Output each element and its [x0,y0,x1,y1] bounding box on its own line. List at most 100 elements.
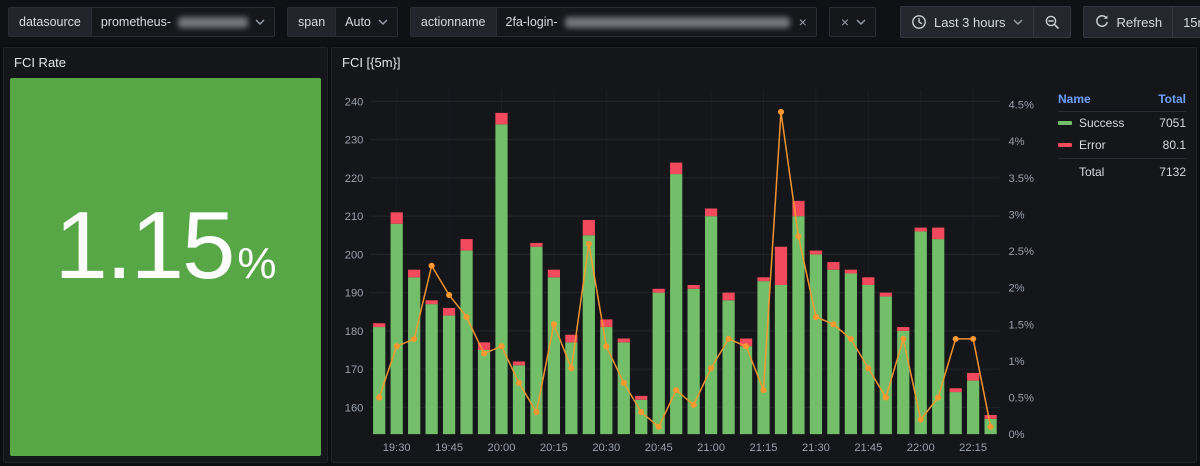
legend-name-header[interactable]: Name [1058,92,1091,106]
fci-line-point[interactable] [498,343,505,350]
bar-success[interactable] [705,216,718,435]
fci-line-point[interactable] [638,409,645,416]
fci-line-point[interactable] [935,394,942,401]
bar-success[interactable] [722,300,735,435]
bar-error[interactable] [442,307,456,316]
bar-error[interactable] [757,277,770,282]
fci-line-point[interactable] [620,379,627,386]
bar-error[interactable] [949,388,962,393]
fci-line-point[interactable] [585,240,592,247]
refresh-interval-select[interactable]: 15m [1172,7,1200,37]
fci-line-point[interactable] [480,350,488,357]
bar-error[interactable] [862,277,875,285]
bar-success[interactable] [809,254,823,435]
bar-error[interactable] [774,246,788,285]
bar-success[interactable] [757,281,770,435]
fci-line-point[interactable] [533,409,540,416]
fci-line-point[interactable] [987,423,994,430]
bar-success[interactable] [932,239,945,435]
fci-line-point[interactable] [952,335,959,342]
fci-line-point[interactable] [760,387,767,394]
fci-line-point[interactable] [708,365,715,372]
refresh-button[interactable]: Refresh [1084,7,1173,37]
bar-success[interactable] [670,174,683,435]
legend-name[interactable]: Error [1079,138,1163,152]
bar-error[interactable] [705,208,718,217]
bar-error[interactable] [617,338,630,343]
fci-line-point[interactable] [463,313,470,320]
bar-error[interactable] [670,162,683,175]
fci-line-point[interactable] [411,335,418,342]
bar-error[interactable] [652,288,665,293]
legend-row-error[interactable]: Error 80.1 [1058,134,1186,156]
fci-line-point[interactable] [655,423,662,430]
bar-error[interactable] [460,239,473,251]
bar-success[interactable] [460,250,473,435]
fci-line-point[interactable] [865,365,872,372]
bar-error[interactable] [635,395,648,400]
bar-error[interactable] [844,269,857,274]
bar-error[interactable] [547,269,561,278]
bar-success[interactable] [739,346,753,435]
datasource-select[interactable]: prometheus- [90,7,276,37]
bar-success[interactable] [792,216,805,435]
bar-error[interactable] [827,262,840,270]
fci-line-point[interactable] [812,313,819,320]
fci-line-point[interactable] [673,387,680,394]
bar-error[interactable] [879,292,892,297]
extra-filter-select[interactable]: × [828,7,876,37]
fci-rate-panel-title[interactable]: FCI Rate [4,48,327,76]
fci-line-point[interactable] [393,343,400,350]
bar-error[interactable] [390,212,403,224]
fci-chart-panel-title[interactable]: FCI [{5m}] [332,48,1196,76]
bar-success[interactable] [967,380,980,435]
fci-line-point[interactable] [743,343,750,350]
bar-success[interactable] [862,284,875,435]
bar-success[interactable] [617,342,630,435]
fci-line-point[interactable] [550,321,557,328]
fci-line-point[interactable] [446,292,453,298]
bar-error[interactable] [932,227,945,240]
bar-success[interactable] [949,392,962,435]
fci-line-point[interactable] [882,394,889,401]
bar-success[interactable] [495,124,508,435]
zoom-out-button[interactable] [1032,7,1070,37]
fci-line-point[interactable] [690,401,697,408]
fci-line-point[interactable] [917,416,924,423]
bar-error[interactable] [722,292,735,301]
fci-line-point[interactable] [795,233,802,240]
legend-total-header[interactable]: Total [1158,92,1186,106]
bar-success[interactable] [408,277,421,435]
bar-error[interactable] [495,112,508,125]
fci-line-point[interactable] [847,335,854,342]
span-select[interactable]: Auto [335,7,398,37]
fci-line-point[interactable] [970,335,977,342]
actionname-input[interactable]: 2fa-login- × [495,7,817,37]
clear-icon[interactable]: × [799,15,807,29]
bar-error[interactable] [914,227,927,232]
time-range-picker[interactable]: Last 3 hours [901,7,1033,37]
bar-success[interactable] [879,296,892,435]
fci-line-point[interactable] [376,394,383,401]
fci-line-point[interactable] [830,321,837,328]
fci-line-point[interactable] [725,335,732,342]
bar-success[interactable] [390,223,403,435]
bar-error[interactable] [425,300,438,305]
fci-line-point[interactable] [900,335,907,342]
bar-success[interactable] [373,327,386,435]
bar-success[interactable] [425,304,438,435]
fci-line-point[interactable] [515,379,523,386]
bar-success[interactable] [652,292,665,435]
bar-error[interactable] [512,361,526,366]
bar-success[interactable] [547,277,561,435]
bar-error[interactable] [809,250,823,255]
bar-success[interactable] [827,269,840,435]
bar-error[interactable] [408,269,421,278]
bar-error[interactable] [530,242,543,247]
bar-success[interactable] [914,231,927,435]
fci-line-point[interactable] [603,343,610,350]
clear-icon[interactable]: × [841,15,849,29]
bar-success[interactable] [477,349,491,435]
fci-line-point[interactable] [428,262,435,269]
bar-success[interactable] [774,284,788,435]
